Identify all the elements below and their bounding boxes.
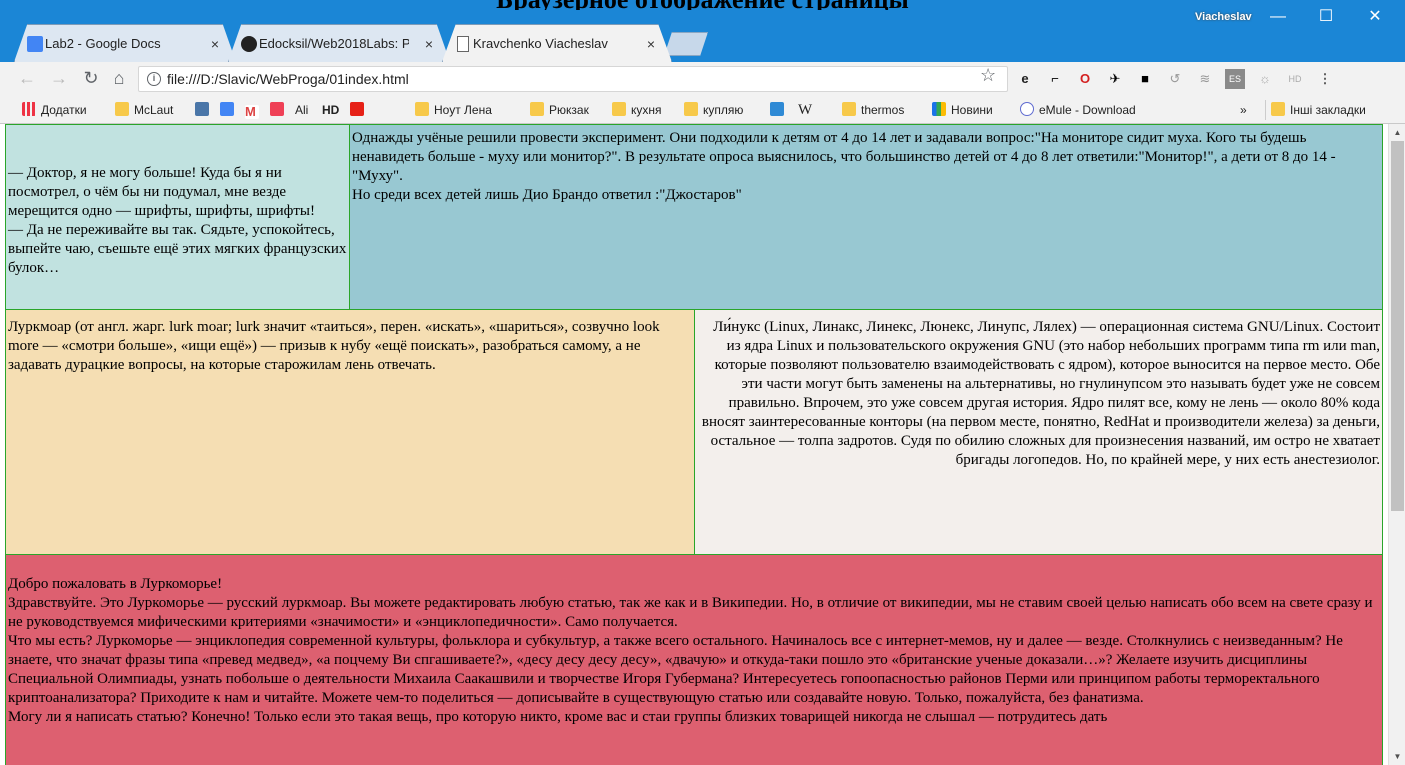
apps-icon [22, 102, 36, 116]
bookmark-kukhnya[interactable]: кухня [612, 100, 662, 120]
menu-icon[interactable]: ⋮ [1315, 69, 1335, 89]
page-icon [457, 36, 469, 52]
address-bar[interactable]: i file:///D:/Slavic/WebProga/01index.htm… [138, 66, 1008, 92]
extension-icon[interactable]: ☼ [1255, 69, 1275, 89]
bookmark-mclaut[interactable]: McLaut [115, 100, 173, 120]
experiment-line-1: Однажды учёные решили провести экспериме… [352, 130, 1336, 184]
info-icon[interactable]: i [147, 72, 161, 86]
extension-es-icon[interactable]: ES [1225, 69, 1245, 89]
minimize-icon[interactable]: — [1255, 0, 1301, 34]
lurkomorye-welcome: Добро пожаловать в Луркоморье! [8, 576, 223, 592]
cell-linux: Ли́нукс (Linux, Линакс, Линекс, Люнекс, … [694, 309, 1383, 555]
lurkomorye-line-2: Здравствуйте. Это Луркоморье — русский л… [8, 595, 1373, 630]
cell-lurkmoar: Луркмоар (от англ. жарг. lurk moar; lurk… [5, 309, 695, 555]
tab-github[interactable]: Edocksil/Web2018Labs: P × [228, 24, 450, 62]
extension-e-icon[interactable]: e [1015, 69, 1035, 89]
gmail-icon: M [245, 105, 259, 119]
extension-icon[interactable]: ↺ [1165, 69, 1185, 89]
extension-icon[interactable]: ⌐ [1045, 69, 1065, 89]
lurkomorye-line-3: Что мы есть? Луркоморье — энциклопедия с… [8, 633, 1343, 706]
close-icon[interactable]: × [425, 25, 433, 62]
extension-hd-icon[interactable]: HD [1285, 69, 1305, 89]
news-icon [932, 102, 946, 116]
scrollbar-thumb[interactable] [1391, 141, 1404, 511]
doctor-joke-line-1: — Доктор, я не могу больше! Куда бы я ни… [8, 165, 315, 219]
cell-lurkomorye: Добро пожаловать в Луркоморье! Здравству… [5, 554, 1383, 765]
lurkmoar-text: Луркмоар (от англ. жарг. lurk moar; lurk… [8, 319, 660, 373]
cell-doctor-joke: — Доктор, я не могу больше! Куда бы я ни… [5, 124, 350, 310]
bookmarks-overflow-button[interactable]: » [1240, 100, 1247, 120]
doctor-joke-line-2: — Да не переживайте вы так. Сядьте, успо… [8, 222, 347, 276]
bookmark-gmail[interactable]: M [245, 100, 264, 120]
other-bookmarks[interactable]: Інші закладки [1265, 100, 1366, 120]
bookmarks-bar: Додатки McLaut M Ali HD Ноут Лена Рюкзак… [0, 95, 1405, 124]
forward-arrow-icon[interactable]: → [46, 65, 72, 91]
bookmark-kuplyayu[interactable]: купляю [684, 100, 743, 120]
browser-toolbar: ← → ↻ ⌂ i file:///D:/Slavic/WebProga/01i… [0, 62, 1405, 95]
url-text: file:///D:/Slavic/WebProga/01index.html [167, 71, 409, 87]
back-arrow-icon[interactable]: ← [14, 65, 40, 91]
profile-name[interactable]: Viacheslav [1195, 11, 1252, 23]
bookmark-apps[interactable]: Додатки [22, 100, 87, 120]
bookmark-youtube[interactable] [350, 100, 369, 120]
extension-icon[interactable]: ✈ [1105, 69, 1125, 89]
bookmark-noot-lena[interactable]: Ноут Лена [415, 100, 492, 120]
emule-icon [1020, 102, 1034, 116]
github-icon [241, 36, 257, 52]
bookmark-ryukzak[interactable]: Рюкзак [530, 100, 589, 120]
tab-google-docs[interactable]: Lab2 - Google Docs × [14, 24, 236, 62]
bookmark-kaggle[interactable] [770, 100, 789, 120]
folder-icon [1271, 102, 1285, 116]
close-icon[interactable]: × [647, 25, 655, 62]
linux-text: Ли́нукс (Linux, Линакс, Линекс, Люнекс, … [701, 319, 1380, 468]
new-tab-button[interactable] [664, 32, 708, 56]
folder-icon [612, 102, 626, 116]
bookmark-wikipedia[interactable]: W [798, 100, 812, 120]
bookmark-thermos[interactable]: thermos [842, 100, 904, 120]
maximize-icon[interactable]: ☐ [1303, 0, 1349, 34]
translate-icon [220, 102, 234, 116]
extension-icon[interactable]: ■ [1135, 69, 1155, 89]
bookmark-star-icon[interactable]: ☆ [980, 65, 996, 86]
vertical-scrollbar[interactable]: ▲ ▼ [1388, 124, 1405, 765]
home-icon[interactable]: ⌂ [106, 65, 132, 91]
vk-icon [195, 102, 209, 116]
google-docs-icon [27, 36, 43, 52]
close-icon[interactable]: × [211, 25, 219, 62]
bookmark-novyny[interactable]: Новини [932, 100, 993, 120]
browser-title-bar: Lab2 - Google Docs × Edocksil/Web2018Lab… [0, 0, 1405, 62]
folder-icon [842, 102, 856, 116]
folder-icon [415, 102, 429, 116]
scroll-up-icon[interactable]: ▲ [1389, 124, 1405, 141]
cell-experiment-story: Однажды учёные решили провести экспериме… [349, 124, 1383, 310]
bookmark-pocket[interactable] [270, 100, 289, 120]
lurkomorye-line-4: Могу ли я написать статью? Конечно! Толь… [8, 709, 1108, 725]
page-viewport: — Доктор, я не могу больше! Куда бы я ни… [0, 124, 1405, 765]
bookmark-emule[interactable]: eMule - Download [1020, 100, 1170, 120]
experiment-line-2: Но среди всех детей лишь Дио Брандо отве… [352, 187, 742, 203]
folder-icon [684, 102, 698, 116]
youtube-icon [350, 102, 364, 116]
extension-icon[interactable]: ≋ [1195, 69, 1215, 89]
wikipedia-icon: W [798, 102, 813, 118]
close-window-icon[interactable]: ✕ [1352, 0, 1398, 34]
tab-kravchenko[interactable]: Kravchenko Viacheslav × [442, 24, 672, 62]
scroll-down-icon[interactable]: ▼ [1389, 748, 1405, 765]
folder-icon [530, 102, 544, 116]
bookmark-translate[interactable] [220, 100, 239, 120]
folder-icon [115, 102, 129, 116]
opera-icon[interactable]: O [1075, 69, 1095, 89]
pocket-icon [270, 102, 284, 116]
bookmark-hd[interactable]: HD [322, 100, 339, 120]
bookmark-vk[interactable] [195, 100, 214, 120]
kaggle-icon [770, 102, 784, 116]
bookmark-ali[interactable]: Ali [295, 100, 308, 120]
reload-icon[interactable]: ↻ [78, 65, 104, 91]
